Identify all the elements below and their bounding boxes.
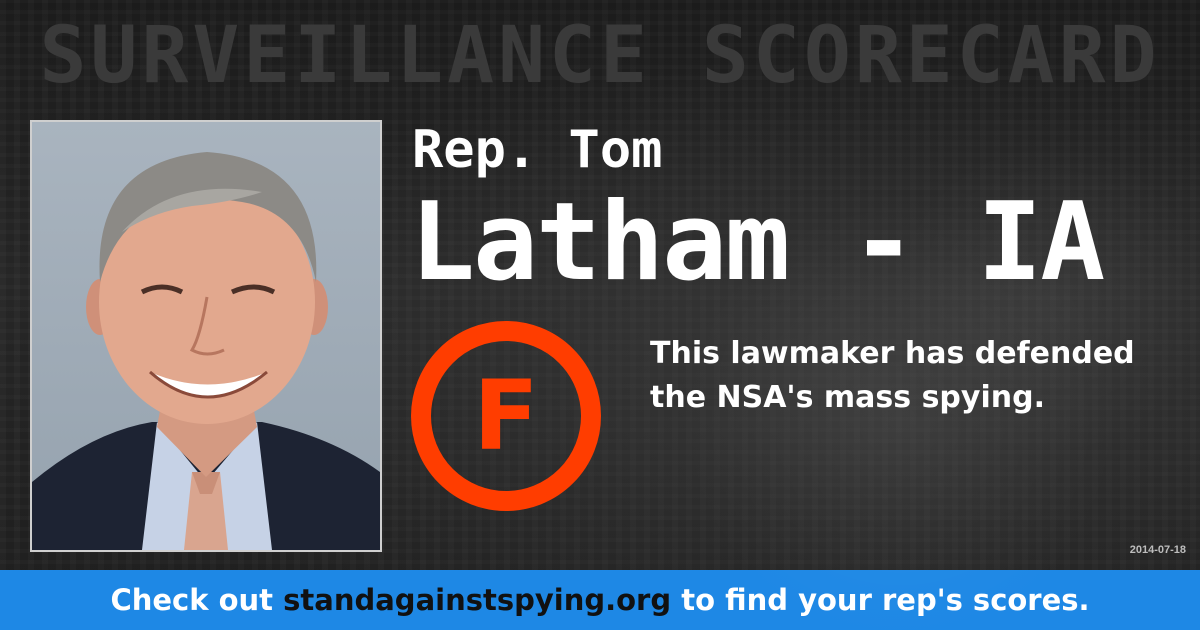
representative-prefix: Rep. Tom	[412, 120, 663, 180]
representative-name: Latham - IA	[410, 180, 1105, 305]
scorecard-card: SURVEILLANCE SCORECARD Rep. Tom Latham -…	[0, 0, 1200, 630]
scorecard-date: 2014-07-18	[1129, 544, 1186, 556]
footer-link[interactable]: standagainstspying.org	[283, 583, 671, 617]
score-description: This lawmaker has defended the NSA's mas…	[650, 336, 1135, 415]
footer-text-before: Check out	[110, 583, 284, 617]
footer-banner[interactable]: Check out standagainstspying.org to find…	[0, 570, 1200, 630]
footer-text-after: to find your rep's scores.	[671, 583, 1090, 617]
scorecard-title: SURVEILLANCE SCORECARD	[39, 11, 1161, 101]
grade-letter: F	[473, 360, 539, 472]
representative-photo	[30, 120, 382, 552]
grade-badge: F	[410, 320, 602, 512]
